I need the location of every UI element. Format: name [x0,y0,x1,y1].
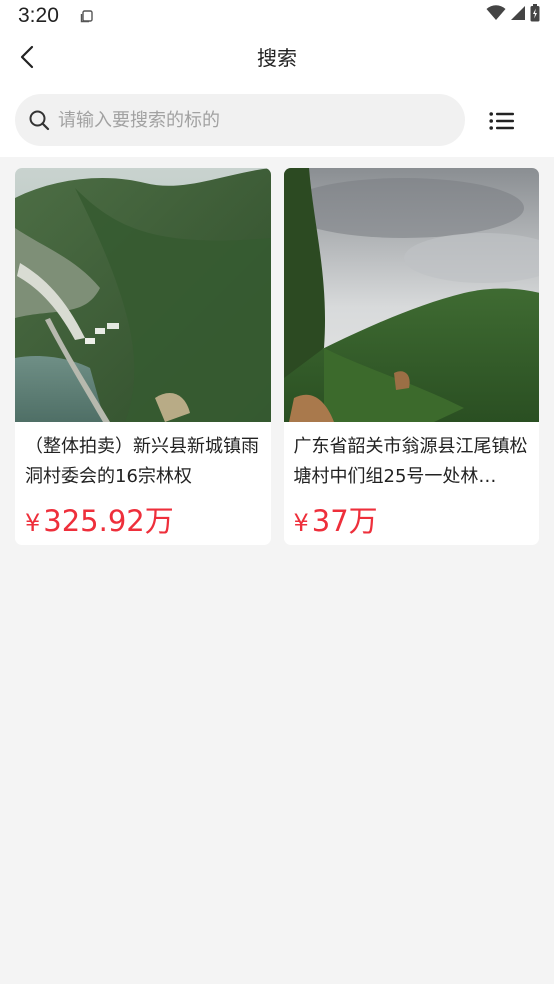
price-value: 325.92万 [43,504,174,538]
listing-title: （整体拍卖）新兴县新城镇雨洞村委会的16宗林权 [25,436,259,487]
page-title: 搜索 [257,46,297,70]
forest-hill-cloudy-sky-photo [283,168,539,422]
price-value: 37万 [311,504,378,538]
list-menu-icon[interactable] [484,106,520,136]
listing-price: ¥ 37万 [294,498,540,540]
aerial-forest-hillside-lake-photo [15,168,271,422]
nav-bar: 搜索 [0,32,554,82]
signal-icon [510,5,526,25]
listing-price: ¥ 325.92万 [25,498,271,540]
status-time: 3:20 [18,4,59,27]
status-bar: 3:20 [0,0,554,32]
notification-icon [80,8,94,23]
listing-card[interactable]: （整体拍卖）新兴县新城镇雨洞村委会的16宗林权 ¥ 325.92万 [15,168,271,545]
search-input[interactable] [58,100,438,140]
listing-card[interactable]: 广东省韶关市翁源县江尾镇松塘村中们组25号一处林… ¥ 37万 [283,168,540,545]
system-icons [486,4,540,26]
wifi-icon [486,5,506,25]
currency-symbol: ¥ [293,509,309,537]
search-row [0,94,554,148]
search-icon [28,109,50,131]
listing-title: 广东省韶关市翁源县江尾镇松塘村中们组25号一处林… [293,436,528,487]
listing-grid: （整体拍卖）新兴县新城镇雨洞村委会的16宗林权 ¥ 325.92万 广东省韶关市… [15,168,539,545]
search-bar[interactable] [15,94,465,146]
currency-symbol: ¥ [25,509,41,537]
top-area: 3:20 搜索 [0,0,554,157]
battery-icon [530,4,540,26]
